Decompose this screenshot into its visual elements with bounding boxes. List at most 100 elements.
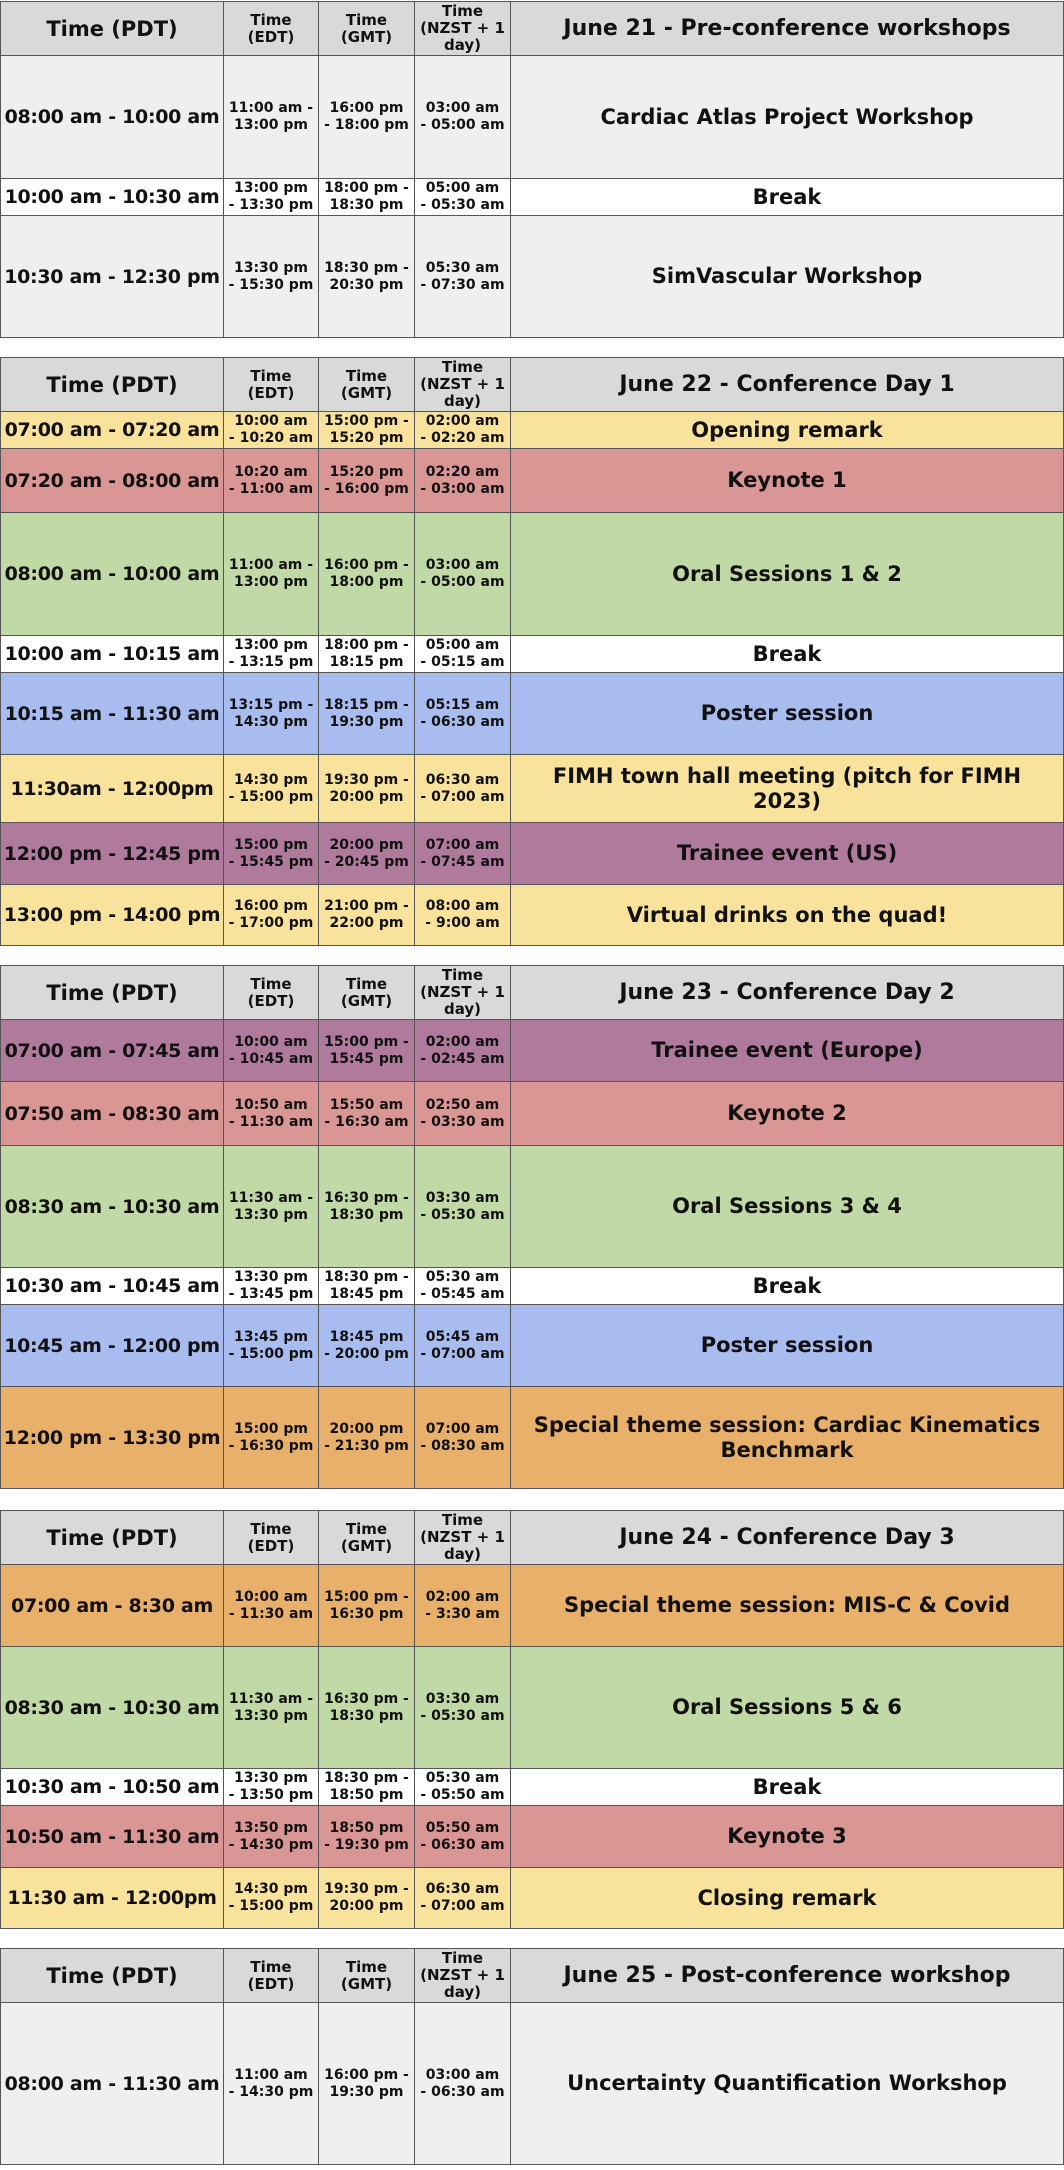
time-pdt-cell: 10:30 am - 10:50 am [0, 1768, 224, 1806]
header-time-pdt: Time (PDT) [0, 1948, 224, 2003]
time-gmt-cell: 18:00 pm - 18:15 pm [318, 635, 415, 673]
time-nzst-cell: 03:00 am - 05:00 am [414, 512, 511, 636]
event-cell: Oral Sessions 3 & 4 [510, 1145, 1064, 1268]
time-gmt-cell: 20:00 pm - 21:30 pm [318, 1386, 415, 1489]
time-nzst-cell: 03:00 am - 05:00 am [414, 55, 511, 179]
time-pdt-cell: 08:30 am - 10:30 am [0, 1145, 224, 1268]
event-cell: Break [510, 1768, 1064, 1806]
time-edt-cell: 13:30 pm - 13:45 pm [223, 1267, 319, 1305]
time-edt-cell: 15:00 pm - 15:45 pm [223, 822, 319, 885]
header-time-edt: Time (EDT) [223, 1510, 319, 1565]
table-row: 08:00 am - 10:00 am 11:00 am - 13:00 pm 16… [0, 512, 1064, 636]
table-row: 10:50 am - 11:30 am 13:50 pm - 14:30 pm 18… [0, 1805, 1064, 1868]
time-gmt-cell: 15:00 pm - 16:30 pm [318, 1564, 415, 1647]
event-cell: Break [510, 635, 1064, 673]
day-title: June 21 - Pre-conference workshops [510, 1, 1064, 56]
header-time-gmt: Time (GMT) [318, 1948, 415, 2003]
time-edt-cell: 11:30 am - 13:30 pm [223, 1145, 319, 1268]
time-nzst-cell: 03:30 am - 05:30 am [414, 1646, 511, 1769]
time-gmt-cell: 16:00 pm - 18:00 pm [318, 512, 415, 636]
time-edt-cell: 10:50 am - 11:30 am [223, 1081, 319, 1146]
table-row: 07:00 am - 8:30 am 10:00 am - 11:30 am 15:… [0, 1564, 1064, 1647]
time-edt-cell: 14:30 pm - 15:00 pm [223, 1867, 319, 1929]
time-nzst-cell: 02:50 am - 03:30 am [414, 1081, 511, 1146]
time-edt-cell: 15:00 pm - 16:30 pm [223, 1386, 319, 1489]
time-gmt-cell: 15:00 pm - 15:45 pm [318, 1019, 415, 1082]
time-nzst-cell: 05:30 am - 07:30 am [414, 215, 511, 338]
time-gmt-cell: 18:30 pm - 18:50 pm [318, 1768, 415, 1806]
table-row: 10:30 am - 12:30 pm 13:30 pm - 15:30 pm 18… [0, 215, 1064, 338]
event-cell: Oral Sessions 5 & 6 [510, 1646, 1064, 1769]
event-cell: Special theme session: MIS-C & Covid [510, 1564, 1064, 1647]
time-edt-cell: 10:00 am - 10:20 am [223, 411, 319, 449]
time-gmt-cell: 15:20 pm - 16:00 pm [318, 448, 415, 513]
time-edt-cell: 13:45 pm - 15:00 pm [223, 1304, 319, 1387]
day-schedule-table: Time (PDT) Time (EDT) Time (GMT) Time (NZST… [0, 1948, 1064, 2165]
time-edt-cell: 11:30 am - 13:30 pm [223, 1646, 319, 1769]
event-cell: Closing remark [510, 1867, 1064, 1929]
time-nzst-cell: 02:00 am - 3:30 am [414, 1564, 511, 1647]
table-row: 10:15 am - 11:30 am 13:15 pm - 14:30 pm 18… [0, 672, 1064, 755]
time-pdt-cell: 11:30am - 12:00pm [0, 754, 224, 823]
table-header-row: Time (PDT) Time (EDT) Time (GMT) Time (NZST… [0, 357, 1064, 412]
time-nzst-cell: 06:30 am - 07:00 am [414, 754, 511, 823]
time-edt-cell: 14:30 pm - 15:00 pm [223, 754, 319, 823]
time-pdt-cell: 10:50 am - 11:30 am [0, 1805, 224, 1868]
day-schedule-table: Time (PDT) Time (EDT) Time (GMT) Time (NZST… [0, 965, 1064, 1489]
event-cell: Keynote 2 [510, 1081, 1064, 1146]
time-gmt-cell: 19:30 pm - 20:00 pm [318, 754, 415, 823]
time-nzst-cell: 05:15 am - 06:30 am [414, 672, 511, 755]
time-gmt-cell: 16:30 pm - 18:30 pm [318, 1145, 415, 1268]
time-nzst-cell: 02:00 am - 02:20 am [414, 411, 511, 449]
time-edt-cell: 13:00 pm - 13:15 pm [223, 635, 319, 673]
time-nzst-cell: 05:45 am - 07:00 am [414, 1304, 511, 1387]
time-gmt-cell: 18:30 pm - 18:45 pm [318, 1267, 415, 1305]
time-edt-cell: 10:20 am - 11:00 am [223, 448, 319, 513]
time-nzst-cell: 08:00 am - 9:00 am [414, 884, 511, 946]
table-header-row: Time (PDT) Time (EDT) Time (GMT) Time (NZST… [0, 1, 1064, 56]
time-nzst-cell: 07:00 am - 07:45 am [414, 822, 511, 885]
time-edt-cell: 10:00 am - 10:45 am [223, 1019, 319, 1082]
day-schedule-table: Time (PDT) Time (EDT) Time (GMT) Time (NZST… [0, 357, 1064, 946]
event-cell: Uncertainty Quantification Workshop [510, 2002, 1064, 2165]
time-pdt-cell: 07:00 am - 07:45 am [0, 1019, 224, 1082]
time-gmt-cell: 16:00 pm - 18:00 pm [318, 55, 415, 179]
time-edt-cell: 11:00 am - 13:00 pm [223, 55, 319, 179]
time-pdt-cell: 12:00 pm - 12:45 pm [0, 822, 224, 885]
time-nzst-cell: 02:00 am - 02:45 am [414, 1019, 511, 1082]
table-row: 07:00 am - 07:20 am 10:00 am - 10:20 am 15… [0, 411, 1064, 449]
table-row: 07:20 am - 08:00 am 10:20 am - 11:00 am 15… [0, 448, 1064, 513]
time-nzst-cell: 05:30 am - 05:45 am [414, 1267, 511, 1305]
header-time-edt: Time (EDT) [223, 1, 319, 56]
table-row: 08:30 am - 10:30 am 11:30 am - 13:30 pm 16… [0, 1145, 1064, 1268]
time-pdt-cell: 10:15 am - 11:30 am [0, 672, 224, 755]
time-edt-cell: 11:00 am - 13:00 pm [223, 512, 319, 636]
time-nzst-cell: 07:00 am - 08:30 am [414, 1386, 511, 1489]
header-time-pdt: Time (PDT) [0, 357, 224, 412]
event-cell: Trainee event (US) [510, 822, 1064, 885]
header-time-gmt: Time (GMT) [318, 1, 415, 56]
time-gmt-cell: 15:00 pm - 15:20 pm [318, 411, 415, 449]
table-row: 08:00 am - 11:30 am 11:00 am - 14:30 pm 16… [0, 2002, 1064, 2165]
time-gmt-cell: 18:30 pm - 20:30 pm [318, 215, 415, 338]
table-row: 11:30 am - 12:00pm 14:30 pm - 15:00 pm 19:… [0, 1867, 1064, 1929]
table-row: 13:00 pm - 14:00 pm 16:00 pm - 17:00 pm 21… [0, 884, 1064, 946]
time-pdt-cell: 07:50 am - 08:30 am [0, 1081, 224, 1146]
time-gmt-cell: 19:30 pm - 20:00 pm [318, 1867, 415, 1929]
table-row: 08:30 am - 10:30 am 11:30 am - 13:30 pm 16… [0, 1646, 1064, 1769]
header-time-gmt: Time (GMT) [318, 965, 415, 1020]
header-time-edt: Time (EDT) [223, 357, 319, 412]
day-schedule-table: Time (PDT) Time (EDT) Time (GMT) Time (NZST… [0, 1, 1064, 338]
day-title: June 25 - Post-conference workshop [510, 1948, 1064, 2003]
time-edt-cell: 16:00 pm - 17:00 pm [223, 884, 319, 946]
table-row: 12:00 pm - 12:45 pm 15:00 pm - 15:45 pm 20… [0, 822, 1064, 885]
time-gmt-cell: 18:00 pm - 18:30 pm [318, 178, 415, 216]
time-pdt-cell: 07:00 am - 8:30 am [0, 1564, 224, 1647]
table-header-row: Time (PDT) Time (EDT) Time (GMT) Time (NZST… [0, 965, 1064, 1020]
time-nzst-cell: 06:30 am - 07:00 am [414, 1867, 511, 1929]
table-row: 11:30am - 12:00pm 14:30 pm - 15:00 pm 19:3… [0, 754, 1064, 823]
time-gmt-cell: 18:15 pm - 19:30 pm [318, 672, 415, 755]
time-gmt-cell: 21:00 pm - 22:00 pm [318, 884, 415, 946]
table-row: 12:00 pm - 13:30 pm 15:00 pm - 16:30 pm 20… [0, 1386, 1064, 1489]
time-nzst-cell: 03:30 am - 05:30 am [414, 1145, 511, 1268]
